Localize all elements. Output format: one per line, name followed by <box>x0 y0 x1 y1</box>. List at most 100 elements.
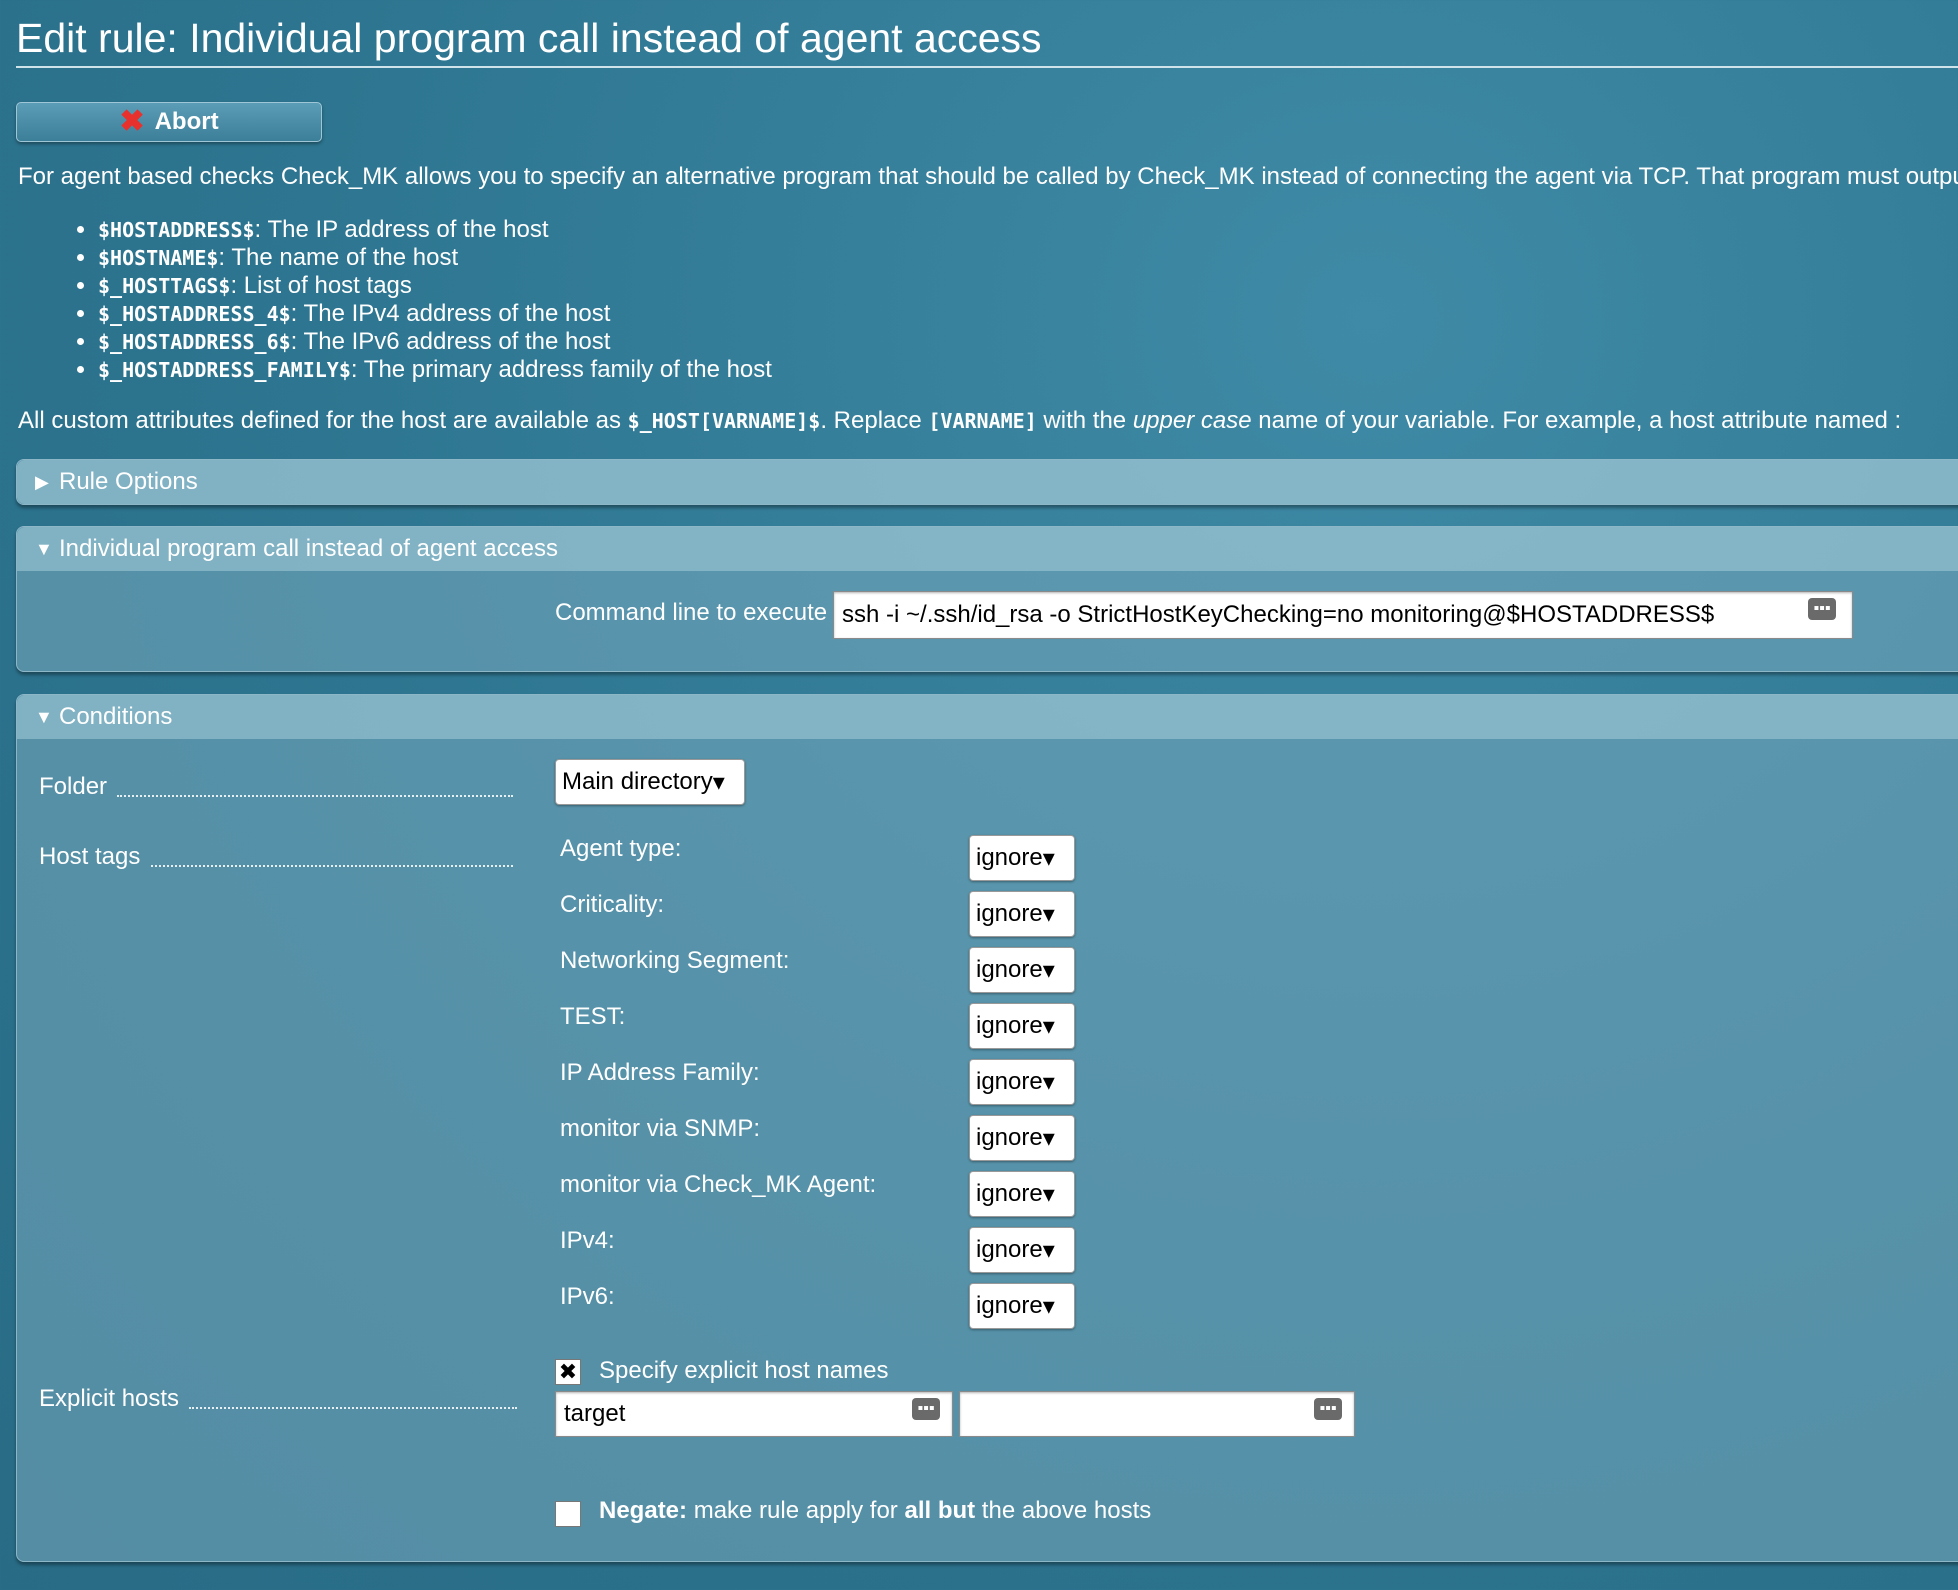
tag-label-ipv6: IPv6: <box>560 1283 615 1310</box>
host-name-input[interactable]: target ▪▪▪ <box>555 1391 953 1437</box>
macro-desc: : List of host tags <box>230 272 412 299</box>
tag-select-criticality[interactable]: ignore ▾ <box>969 891 1075 937</box>
dropdown-arrow-icon: ▾ <box>1042 1236 1055 1264</box>
tag-value: ignore <box>976 1012 1043 1039</box>
command-input[interactable]: ssh -i ~/.ssh/id_rsa -o StrictHostKeyChe… <box>833 591 1853 639</box>
macro-list: $HOSTADDRESS$: The IP address of the hos… <box>68 216 772 384</box>
macro-name: $HOSTADDRESS$ <box>98 218 255 242</box>
macro-item: $_HOSTTAGS$: List of host tags <box>98 272 772 300</box>
dropdown-arrow-icon: ▾ <box>1042 844 1055 872</box>
tag-select-ip-address-family[interactable]: ignore ▾ <box>969 1059 1075 1105</box>
triangle-down-icon: ▼ <box>35 706 53 727</box>
dotted-leader <box>189 1405 517 1409</box>
tag-label-test: TEST: <box>560 1003 626 1030</box>
macro-desc: : The name of the host <box>218 244 459 271</box>
rule-options-section: ▶ Rule Options <box>16 459 1958 505</box>
tag-label-criticality: Criticality: <box>560 891 665 918</box>
custom-italic: upper case <box>1132 407 1252 434</box>
tag-label-monitor-snmp: monitor via SNMP: <box>560 1115 761 1142</box>
macro-desc: : The IPv6 address of the host <box>290 328 611 355</box>
macro-item: $HOSTADDRESS$: The IP address of the hos… <box>98 216 772 244</box>
dropdown-arrow-icon: ▾ <box>712 768 725 796</box>
negate-label: Negate: make rule apply for all but the … <box>599 1497 1151 1525</box>
macro-name: $_HOSTADDRESS_6$ <box>98 330 291 354</box>
command-label: Command line to execute <box>555 599 828 626</box>
dotted-leader <box>151 863 513 867</box>
command-value: ssh -i ~/.ssh/id_rsa -o StrictHostKeyChe… <box>842 601 1715 628</box>
dotted-leader <box>117 793 513 797</box>
triangle-right-icon: ▶ <box>35 471 49 492</box>
tag-value: ignore <box>976 1292 1043 1319</box>
tag-label-agent-type: Agent type: <box>560 835 682 862</box>
specify-hosts-label: Specify explicit host names <box>599 1357 889 1384</box>
tag-select-ipv6[interactable]: ignore ▾ <box>969 1283 1075 1329</box>
macro-item: $_HOSTADDRESS_6$: The IPv6 address of th… <box>98 328 772 356</box>
tag-select-agent-type[interactable]: ignore ▾ <box>969 835 1075 881</box>
tag-label-monitor-agent: monitor via Check_MK Agent: <box>560 1171 877 1198</box>
macro-item: $_HOSTADDRESS_4$: The IPv4 address of th… <box>98 300 772 328</box>
tag-label-networking-segment: Networking Segment: <box>560 947 790 974</box>
negate-checkbox[interactable] <box>555 1501 581 1527</box>
negate-bold: Negate: <box>599 1497 688 1524</box>
custom-text-part: with the <box>1036 407 1133 434</box>
macro-desc: : The IPv4 address of the host <box>290 300 611 327</box>
program-header[interactable]: ▼ Individual program call instead of age… <box>17 527 1958 571</box>
dropdown-arrow-icon: ▾ <box>1042 1292 1055 1320</box>
abort-button[interactable]: ✖ Abort <box>16 102 322 142</box>
page-title: Edit rule: Individual program call inste… <box>16 8 1958 68</box>
folder-label: Folder <box>39 773 108 800</box>
macro-name: $HOSTNAME$ <box>98 246 219 270</box>
tag-value: ignore <box>976 1124 1043 1151</box>
negate-bold: all but <box>904 1497 976 1524</box>
macro-item: $_HOSTADDRESS_FAMILY$: The primary addre… <box>98 356 772 384</box>
tag-select-networking-segment[interactable]: ignore ▾ <box>969 947 1075 993</box>
negate-text: the above hosts <box>975 1497 1152 1524</box>
keyboard-icon[interactable]: ▪▪▪ <box>912 1398 940 1420</box>
tag-label-ipv4: IPv4: <box>560 1227 615 1254</box>
conditions-header[interactable]: ▼ Conditions <box>17 695 1958 739</box>
folder-select[interactable]: Main directory ▾ <box>555 759 745 805</box>
tag-select-ipv4[interactable]: ignore ▾ <box>969 1227 1075 1273</box>
tag-select-monitor-snmp[interactable]: ignore ▾ <box>969 1115 1075 1161</box>
host-tags-label: Host tags <box>39 843 141 870</box>
tag-label-ip-address-family: IP Address Family: <box>560 1059 760 1086</box>
host-name-value: target <box>564 1400 626 1427</box>
conditions-title: Conditions <box>59 703 173 730</box>
tag-value: ignore <box>976 1068 1043 1095</box>
custom-text-part: . Replace <box>820 407 929 434</box>
tag-select-test[interactable]: ignore ▾ <box>969 1003 1075 1049</box>
rule-options-header[interactable]: ▶ Rule Options <box>17 460 1958 504</box>
macro-item: $HOSTNAME$: The name of the host <box>98 244 772 272</box>
dropdown-arrow-icon: ▾ <box>1042 1180 1055 1208</box>
folder-value: Main directory <box>562 768 713 795</box>
dropdown-arrow-icon: ▾ <box>1042 1124 1055 1152</box>
tag-select-monitor-agent[interactable]: ignore ▾ <box>969 1171 1075 1217</box>
custom-text-part: All custom attributes defined for the ho… <box>18 407 628 434</box>
tag-value: ignore <box>976 844 1043 871</box>
dropdown-arrow-icon: ▾ <box>1042 1068 1055 1096</box>
abort-label: Abort <box>154 108 219 135</box>
program-title: Individual program call instead of agent… <box>59 535 558 562</box>
custom-code: $_HOST[VARNAME]$ <box>627 409 821 433</box>
dropdown-arrow-icon: ▾ <box>1042 900 1055 928</box>
close-x-icon: ✖ <box>119 105 145 138</box>
dropdown-arrow-icon: ▾ <box>1042 956 1055 984</box>
host-name-input-empty[interactable]: ▪▪▪ <box>959 1391 1355 1437</box>
specify-hosts-checkbox[interactable]: ✖ <box>555 1359 581 1385</box>
explicit-hosts-label: Explicit hosts <box>39 1385 180 1412</box>
conditions-section: ▼ Conditions Folder Main directory ▾ Host… <box>16 694 1958 1562</box>
tag-value: ignore <box>976 1180 1043 1207</box>
custom-text-part: name of your variable. For example, a ho… <box>1251 407 1902 434</box>
macro-desc: : The IP address of the host <box>254 216 549 243</box>
negate-text: make rule apply for <box>687 1497 905 1524</box>
tag-value: ignore <box>976 956 1043 983</box>
custom-code: [VARNAME] <box>928 409 1037 433</box>
program-section: ▼ Individual program call instead of age… <box>16 526 1958 672</box>
macro-name: $_HOSTTAGS$ <box>98 274 231 298</box>
triangle-down-icon: ▼ <box>35 538 53 559</box>
keyboard-icon[interactable]: ▪▪▪ <box>1808 598 1836 620</box>
keyboard-icon[interactable]: ▪▪▪ <box>1314 1398 1342 1420</box>
intro-text: For agent based checks Check_MK allows y… <box>18 163 1958 190</box>
macro-name: $_HOSTADDRESS_FAMILY$ <box>98 358 351 382</box>
rule-options-title: Rule Options <box>59 468 198 495</box>
